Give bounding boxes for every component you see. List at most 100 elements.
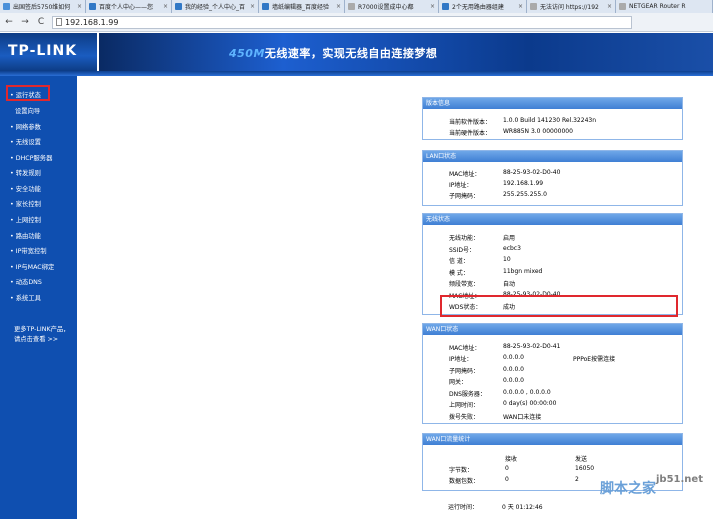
browser-tab[interactable]: 无法访问 https://192 × (527, 0, 616, 13)
field-label: 数据包数： (449, 478, 480, 485)
field-value: 启用 (503, 235, 516, 242)
field-value: 0 (505, 476, 509, 483)
field-value: 192.168.1.99 (503, 180, 544, 187)
sidebar-item-network[interactable]: 网络参数 (10, 122, 41, 131)
tab-close-icon[interactable]: × (77, 3, 82, 10)
field-value: WR885N 3.0 00000000 (503, 128, 573, 135)
header-banner: 450M无线速率，实现无线自由连接梦想 (97, 33, 713, 71)
field-label: MAC地址： (449, 345, 481, 352)
column-header: 接收 (505, 456, 518, 463)
tplink-logo: TP-LINK (8, 43, 78, 59)
field-value: 88-25-93-02-D0-40 (503, 169, 561, 176)
field-label: IP地址： (449, 182, 473, 189)
field-value: ecbc3 (503, 245, 521, 252)
field-value: 2 (575, 476, 579, 483)
field-value: 0.0.0.0 (503, 354, 524, 361)
browser-tab[interactable]: 墙纸编辑器_百度经验 × (259, 0, 345, 13)
site-watermark: 脚本之家 jb51.net (600, 474, 703, 497)
field-value: WAN口未连接 (503, 414, 542, 421)
router-header: TP-LINK 450M无线速率，实现无线自由连接梦想 (0, 33, 713, 71)
tab-close-icon[interactable]: × (163, 3, 168, 10)
field-label: 当前硬件版本： (449, 130, 492, 137)
sidebar-item-routing[interactable]: 路由功能 (10, 231, 41, 240)
browser-tab[interactable]: NETGEAR Router R (616, 0, 713, 13)
field-value: 0.0.0.0 (503, 366, 524, 373)
tab-favicon-icon (530, 3, 537, 10)
tab-favicon-icon (348, 3, 355, 10)
sidebar-item-dhcp[interactable]: DHCP服务器 (10, 153, 53, 162)
tab-favicon-icon (619, 3, 626, 10)
field-value: 11bgn mixed (503, 268, 543, 275)
tab-favicon-icon (175, 3, 182, 10)
tab-close-icon[interactable]: × (250, 3, 255, 10)
field-label: 拨号失败： (449, 414, 480, 421)
active-menu-highlight (6, 85, 50, 101)
tab-close-icon[interactable]: × (607, 3, 612, 10)
tab-close-icon[interactable]: × (336, 3, 341, 10)
sidebar-item-parental[interactable]: 家长控制 (10, 199, 41, 208)
field-value: 自动 (503, 281, 516, 288)
more-products-link[interactable]: 更多TP-LINK产品， 请点击查看 >> (14, 325, 69, 345)
panel-title: LAN口状态 (423, 151, 682, 162)
field-label: 无线功能： (449, 235, 480, 242)
field-label: 子网掩码： (449, 368, 480, 375)
tab-close-icon[interactable]: × (430, 3, 435, 10)
sidebar-item-system-tools[interactable]: 系统工具 (10, 293, 41, 302)
field-value: 0 day(s) 00:00:00 (503, 400, 557, 407)
forward-arrow-icon[interactable]: → (20, 17, 30, 27)
column-header: 发送 (575, 456, 588, 463)
field-label: 字节数： (449, 467, 474, 474)
field-label: 网关： (449, 379, 468, 386)
tab-favicon-icon (262, 3, 269, 10)
panel-title: 版本信息 (423, 98, 682, 109)
address-bar: ← → C 192.168.1.99 (0, 13, 713, 32)
panel-title: 无线状态 (423, 214, 682, 225)
sidebar-item-ip-mac[interactable]: IP与MAC绑定 (10, 262, 55, 271)
uptime-label: 运行时间： (448, 504, 479, 511)
field-label: SSID号： (449, 247, 476, 254)
sidebar-item-bandwidth[interactable]: IP带宽控制 (10, 246, 47, 255)
browser-tab[interactable]: 我的经验_个人中心_百 × (172, 0, 259, 13)
field-value: 0 (505, 465, 509, 472)
field-label: 模 式： (449, 270, 469, 277)
field-label: MAC地址： (449, 171, 481, 178)
back-arrow-icon[interactable]: ← (4, 17, 14, 27)
field-value: 0.0.0.0 , 0.0.0.0 (503, 389, 551, 396)
sidebar-item-wireless[interactable]: 无线设置 (10, 137, 41, 146)
reload-icon[interactable]: C (36, 17, 46, 27)
field-label: DNS服务器： (449, 391, 486, 398)
sidebar-item-forwarding[interactable]: 转发规则 (10, 168, 41, 177)
sidebar-item-access-control[interactable]: 上网控制 (10, 215, 41, 224)
field-value: 255.255.255.0 (503, 191, 547, 198)
tab-close-icon[interactable]: × (518, 3, 523, 10)
field-value: 16050 (575, 465, 595, 472)
panel-title: WAN口状态 (423, 324, 682, 335)
version-panel: 版本信息 当前软件版本： 1.0.0 Build 141230 Rel.3224… (422, 97, 683, 140)
browser-tab[interactable]: 2个无用路由器组建 × (439, 0, 527, 13)
field-label: 频段带宽： (449, 281, 480, 288)
field-value: 0.0.0.0 (503, 377, 524, 384)
tab-favicon-icon (89, 3, 96, 10)
wds-status-highlight (440, 295, 678, 317)
sidebar-item-ddns[interactable]: 动态DNS (10, 277, 42, 286)
tab-favicon-icon (442, 3, 449, 10)
browser-tab-bar: 出国签后5750维如何 × 百度个人中心——您 × 我的经验_个人中心_百 × 墙纸编… (0, 0, 713, 13)
field-label: 当前软件版本： (449, 119, 492, 126)
field-value: 88-25-93-02-D0-41 (503, 343, 561, 350)
browser-tab[interactable]: 百度个人中心——您 × (86, 0, 172, 13)
field-label: 子网掩码： (449, 193, 480, 200)
browser-tab[interactable]: 出国签后5750维如何 × (0, 0, 86, 13)
lan-panel: LAN口状态 MAC地址： 88-25-93-02-D0-40 IP地址： 19… (422, 150, 683, 206)
uptime-value: 0 天 01:12:46 (502, 504, 543, 511)
wan-panel: WAN口状态 MAC地址： 88-25-93-02-D0-41 IP地址： 0.… (422, 323, 683, 424)
page-icon (56, 18, 62, 26)
field-value: 10 (503, 256, 511, 263)
field-value: 1.0.0 Build 141230 Rel.32243n (503, 117, 597, 124)
url-input[interactable]: 192.168.1.99 (52, 15, 632, 29)
browser-tab[interactable]: R7000设置成中心都 × (345, 0, 439, 13)
sidebar-item-wizard[interactable]: 设置向导 (15, 106, 40, 115)
sidebar-item-security[interactable]: 安全功能 (10, 184, 41, 193)
connection-mode: PPPoE按需连接 (573, 356, 616, 363)
panel-title: WAN口流量统计 (423, 434, 682, 445)
banner-slogan: 450M无线速率，实现无线自由连接梦想 (229, 47, 438, 60)
